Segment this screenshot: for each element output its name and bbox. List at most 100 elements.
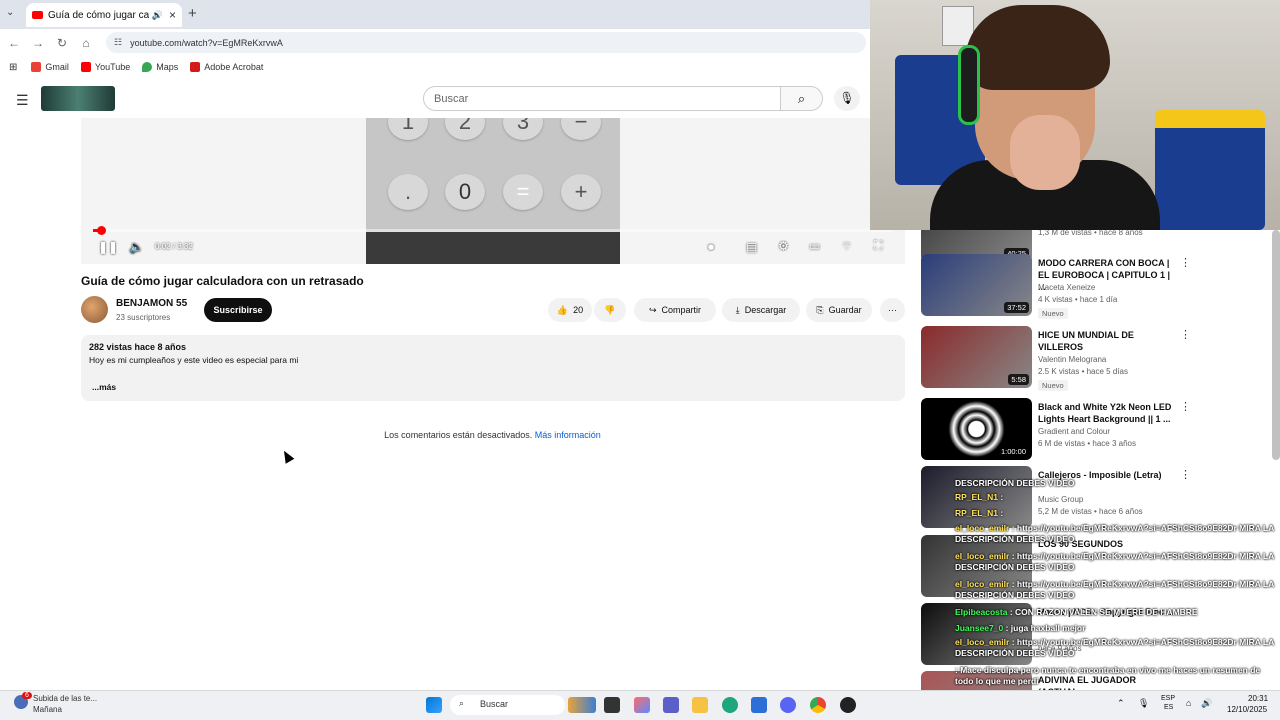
browser-tab[interactable]: Guía de cómo jugar calcula 🔊 ×	[26, 3, 182, 27]
language-indicator[interactable]: ESP	[1161, 695, 1175, 702]
calc-key: 3	[503, 118, 543, 140]
address-bar[interactable]: ☷ youtube.com/watch?v=EgMReKxrvwA	[106, 32, 866, 53]
calc-key: .	[388, 174, 428, 210]
network-icon[interactable]: ⌂	[1186, 698, 1191, 708]
recommended-thumbnail[interactable]: 5:58	[921, 326, 1032, 388]
more-options-icon[interactable]: ⋮	[1180, 328, 1191, 341]
mic-tray-icon[interactable]: 🎙	[1138, 698, 1149, 709]
share-button[interactable]: ↪ Compartir	[634, 298, 716, 322]
chat-text: DESCRIPCIÓN DEBES VIDEO	[955, 478, 1075, 488]
subscriber-count: 23 suscriptores	[116, 313, 171, 322]
tray-chevron-icon[interactable]: ⌃	[1117, 698, 1125, 709]
taskbar-search[interactable]: ⌕ Buscar	[450, 695, 565, 715]
channel-avatar[interactable]	[81, 296, 108, 323]
task-view-icon[interactable]	[604, 697, 620, 713]
more-options-icon[interactable]: ⋮	[1180, 400, 1191, 413]
tab-search-icon[interactable]: ⌄	[6, 7, 14, 18]
channel-logo[interactable]	[41, 86, 115, 111]
bookmark-adobe-acrobat[interactable]: Adobe Acrobat	[190, 62, 263, 72]
bookmark-gmail[interactable]: Gmail	[31, 62, 69, 72]
jersey-right	[1155, 110, 1265, 230]
tab-strip: ⌄ Guía de cómo jugar calcula 🔊 × +	[0, 0, 870, 29]
video-duration: 37:52	[1004, 302, 1029, 313]
video-player[interactable]: 1 2 3 − . 0 = + ❚❚ 🔈 0:02 / 3:32 ⏺ ▤ ⚙ ▭…	[81, 118, 905, 264]
download-button[interactable]: ⤓ Descargar	[722, 298, 800, 322]
pause-icon[interactable]: ❚❚	[98, 240, 118, 254]
recommended-channel[interactable]: Valentin Melograna	[1038, 355, 1106, 364]
close-tab-icon[interactable]: ×	[169, 8, 176, 22]
copilot-icon[interactable]	[634, 697, 650, 713]
chrome-icon[interactable]	[810, 697, 826, 713]
recommended-thumbnail[interactable]: 37:52	[921, 254, 1032, 316]
search-icon: ⌕	[797, 91, 806, 106]
chat-username: el_loco_emilr	[955, 637, 1010, 647]
download-icon: ⤓	[735, 304, 740, 315]
dislike-button[interactable]: 👎	[594, 298, 626, 322]
search-icon: ⌕	[459, 698, 465, 708]
more-actions-button[interactable]: ···	[880, 298, 905, 322]
voice-search-icon[interactable]: 🎙	[834, 86, 860, 111]
new-badge: Nuevo	[1038, 308, 1068, 319]
chat-text: : juga haxball mejor	[1005, 623, 1086, 633]
bookmark-youtube[interactable]: YouTube	[80, 62, 130, 72]
bookmark-maps[interactable]: Maps	[142, 62, 178, 72]
file-explorer-icon[interactable]	[692, 697, 708, 713]
discord-icon[interactable]	[780, 697, 796, 713]
widgets-icon[interactable]	[568, 697, 596, 713]
home-icon[interactable]: ⌂	[74, 36, 98, 50]
recommended-title[interactable]: Black and White Y2k Neon LED Lights Hear…	[1038, 401, 1178, 425]
progress-scrubber[interactable]	[97, 226, 106, 235]
recommended-title[interactable]: HICE UN MUNDIAL DE VILLEROS	[1038, 329, 1178, 353]
scrollbar[interactable]	[1272, 230, 1280, 460]
autoplay-toggle-icon[interactable]: ⏺	[708, 240, 714, 255]
youtube-icon	[80, 62, 91, 72]
save-button[interactable]: ⎘ Guardar	[806, 298, 872, 322]
browser-toolbar: ← → ↻ ⌂ ☷ youtube.com/watch?v=EgMReKxrvw…	[0, 29, 870, 56]
back-icon[interactable]: ←	[2, 36, 26, 50]
apps-icon[interactable]: ⊞	[9, 62, 17, 73]
channel-name[interactable]: BENJAMON 55	[116, 298, 187, 309]
chat-message: Juansee7_0 : juga haxball mejor	[955, 623, 1280, 634]
site-info-icon[interactable]: ☷	[114, 37, 122, 48]
weather-headline[interactable]: Subida de las te...	[33, 694, 97, 703]
obs-icon[interactable]	[840, 697, 856, 713]
recommended-channel[interactable]: Gradient and Colour	[1038, 427, 1110, 436]
thumbs-down-icon: 👎	[604, 304, 616, 315]
like-button[interactable]: 👍 20	[548, 298, 592, 322]
clock-time[interactable]: 20:31	[1248, 694, 1268, 703]
chat-username: Juansee7_0	[955, 623, 1004, 633]
forward-icon[interactable]: →	[26, 36, 50, 50]
windows-start-icon[interactable]	[426, 697, 442, 713]
search-input[interactable]: Buscar	[423, 86, 781, 111]
store-icon[interactable]	[751, 697, 767, 713]
new-tab-button[interactable]: +	[188, 5, 197, 22]
hamburger-menu-icon[interactable]: ☰	[16, 92, 29, 109]
theater-mode-icon[interactable]: ▭	[809, 239, 820, 253]
more-info-link[interactable]: Más información	[535, 430, 601, 440]
speaker-icon[interactable]: 🔊	[152, 10, 163, 21]
cast-icon[interactable]: ⌔	[841, 239, 852, 254]
recommended-channel[interactable]: Maceta Xeneize	[1038, 283, 1095, 292]
notification-badge: 6	[22, 692, 32, 699]
show-more-link[interactable]: ...más	[92, 382, 116, 392]
thumbs-up-icon: 👍	[556, 304, 569, 315]
comments-disabled-notice: Los comentarios están desactivados. Más …	[384, 430, 601, 440]
reload-icon[interactable]: ↻	[50, 36, 74, 50]
description-box[interactable]	[81, 335, 905, 401]
subtitles-icon[interactable]: ▤	[746, 240, 757, 254]
subscribe-button[interactable]: Suscribirse	[204, 298, 272, 322]
edge-icon[interactable]	[722, 697, 738, 713]
share-icon: ↪	[648, 304, 657, 315]
chat-username: Elpibeacosta	[955, 607, 1008, 617]
speaker-icon[interactable]: 🔊	[1201, 698, 1212, 709]
volume-icon[interactable]: 🔈	[129, 240, 144, 254]
search-button[interactable]: ⌕	[781, 86, 823, 111]
clock-date[interactable]: 12/10/2025	[1227, 705, 1267, 714]
settings-gear-icon[interactable]: ⚙	[778, 239, 789, 253]
more-options-icon[interactable]: ⋮	[1180, 256, 1191, 269]
recommended-thumbnail[interactable]: 1:00:00	[921, 398, 1032, 460]
fullscreen-icon[interactable]: ⛶	[874, 238, 882, 253]
teams-icon[interactable]	[663, 697, 679, 713]
progress-bar[interactable]	[93, 229, 893, 232]
chat-message: RP_EL_N1 :	[955, 492, 1280, 503]
